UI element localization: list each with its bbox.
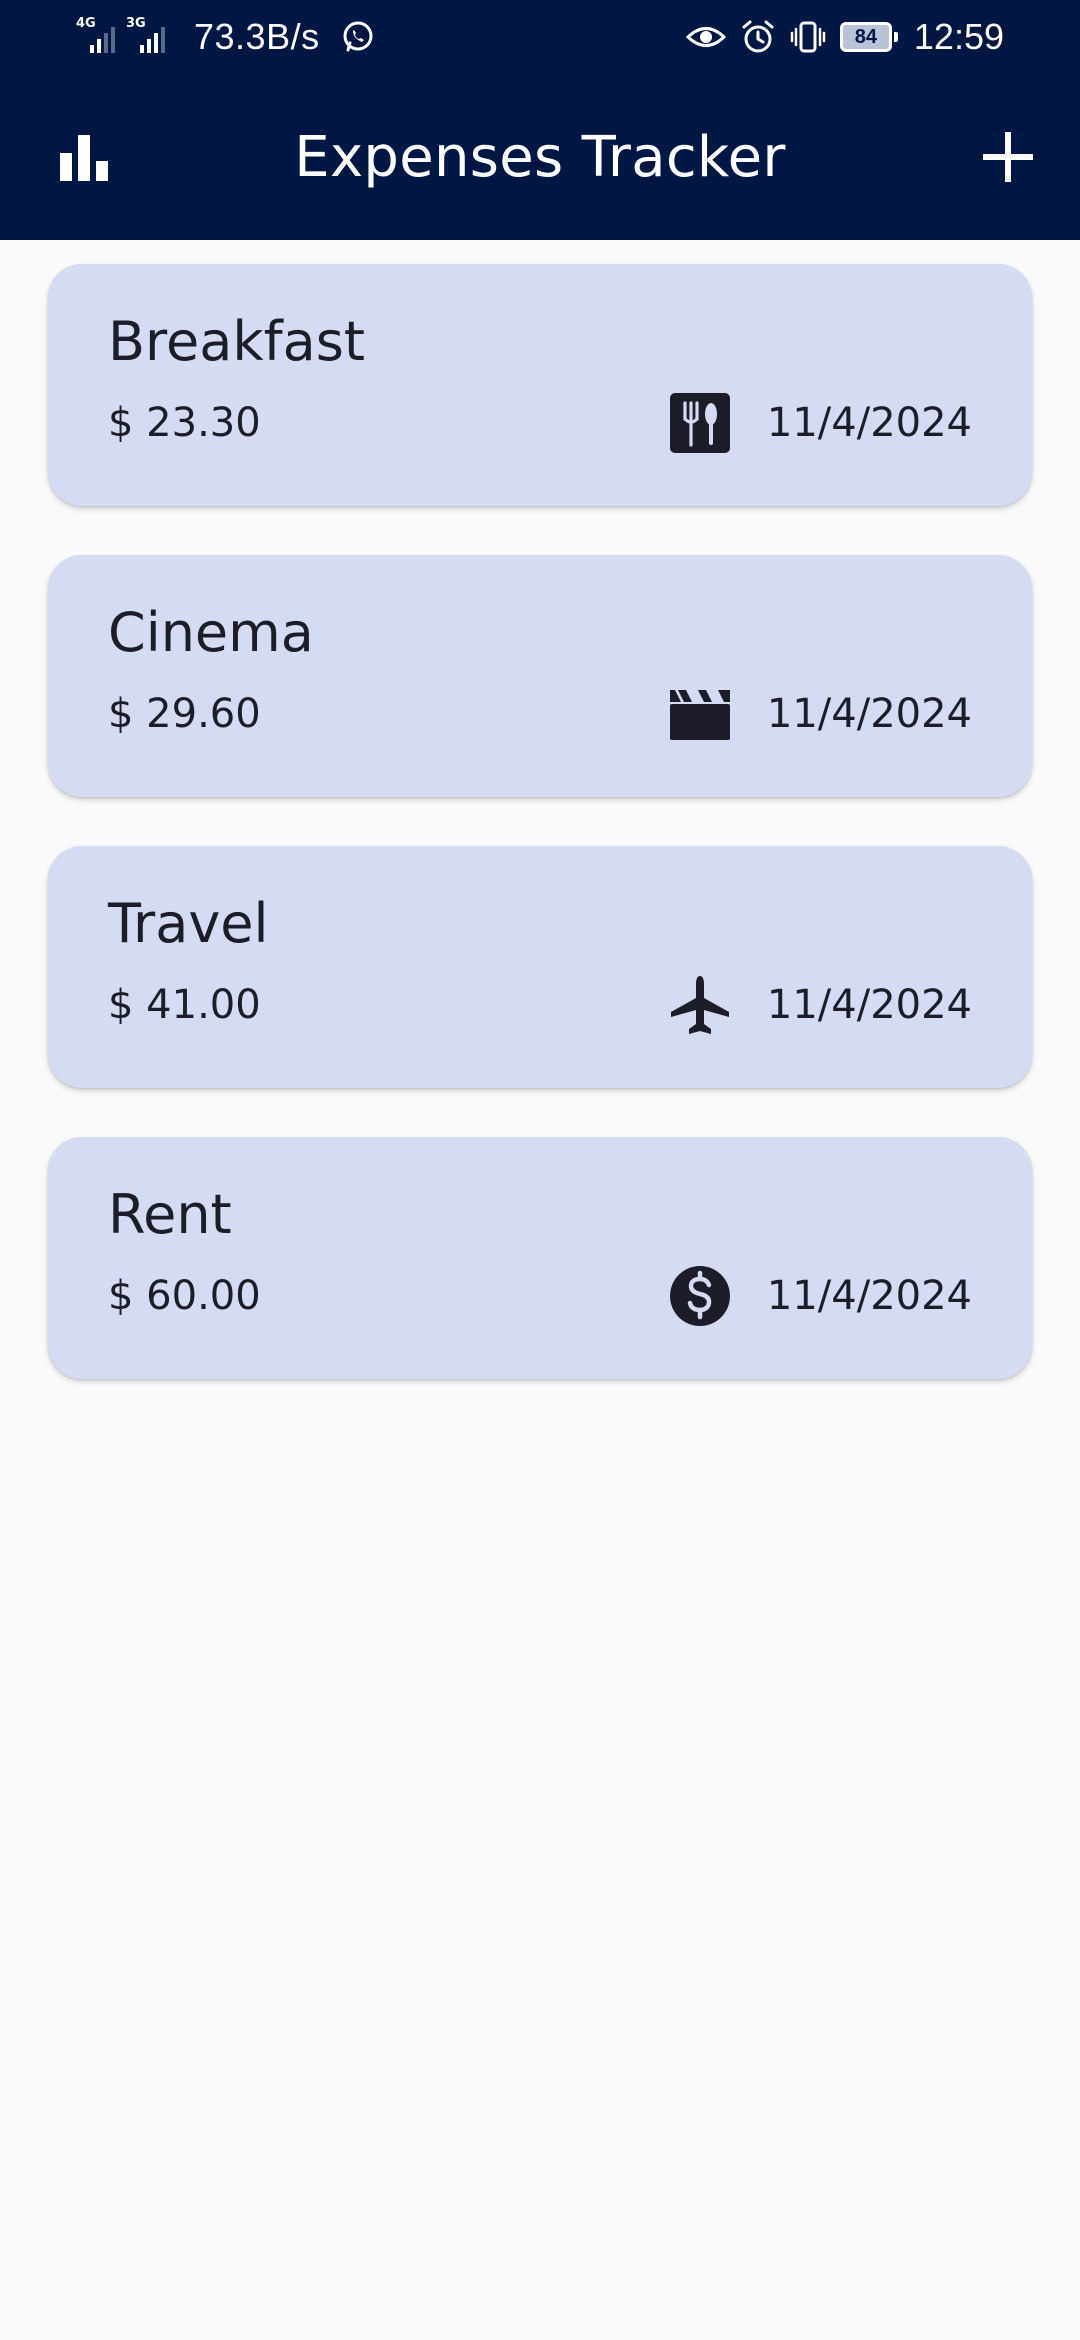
status-left: 4G 3G 73.3B/s — [76, 14, 376, 60]
flight-icon — [669, 974, 731, 1036]
money-icon — [669, 1265, 731, 1327]
app-bar: Expenses Tracker — [0, 75, 1080, 240]
status-bar: 4G 3G 73.3B/s 84 12:59 — [0, 0, 1080, 75]
expense-date: 11/4/2024 — [766, 982, 972, 1028]
battery-level: 84 — [854, 25, 878, 48]
network-speed: 73.3B/s — [194, 16, 320, 57]
add-icon — [983, 132, 1033, 182]
eye-icon — [685, 27, 726, 47]
food-icon — [669, 392, 731, 454]
expense-meta: 11/4/2024 — [669, 392, 972, 454]
expense-amount: $ 29.60 — [108, 691, 261, 737]
expense-title: Breakfast — [108, 310, 366, 373]
status-right: 84 12:59 — [685, 14, 1004, 60]
expense-list: Breakfast $ 23.30 11/4/2024 Cinema $ 29.… — [48, 264, 1032, 1428]
expense-card[interactable]: Cinema $ 29.60 11/4/2024 — [48, 555, 1032, 797]
expense-date: 11/4/2024 — [766, 400, 972, 446]
expense-meta: 11/4/2024 — [669, 974, 972, 1036]
expense-amount: $ 41.00 — [108, 982, 261, 1028]
expense-title: Travel — [108, 892, 269, 955]
app-screen: 4G 3G 73.3B/s 84 12:59 Expenses Tracker … — [0, 0, 1080, 2340]
expense-meta: 11/4/2024 — [669, 1265, 972, 1327]
expense-date: 11/4/2024 — [766, 1273, 972, 1319]
alarm-icon — [742, 20, 774, 53]
whatsapp-icon — [343, 21, 373, 52]
expense-amount: $ 23.30 — [108, 400, 261, 446]
expense-date: 11/4/2024 — [766, 691, 972, 737]
add-expense-button[interactable] — [966, 115, 1050, 199]
expense-card[interactable]: Breakfast $ 23.30 11/4/2024 — [48, 264, 1032, 506]
expense-title: Rent — [108, 1183, 232, 1246]
battery-icon: 84 — [839, 22, 898, 52]
clock: 12:59 — [913, 16, 1004, 57]
signal-3g-icon: 3G — [126, 17, 176, 57]
expense-card[interactable]: Travel $ 41.00 11/4/2024 — [48, 846, 1032, 1088]
expense-meta: 11/4/2024 — [669, 683, 972, 745]
signal-4g-icon: 4G — [76, 17, 126, 57]
expense-card[interactable]: Rent $ 60.00 11/4/2024 — [48, 1137, 1032, 1379]
page-title: Expenses Tracker — [294, 125, 786, 190]
movie-icon — [669, 683, 731, 745]
expense-title: Cinema — [108, 601, 314, 664]
expense-amount: $ 60.00 — [108, 1273, 261, 1319]
vibrate-icon — [790, 21, 826, 53]
